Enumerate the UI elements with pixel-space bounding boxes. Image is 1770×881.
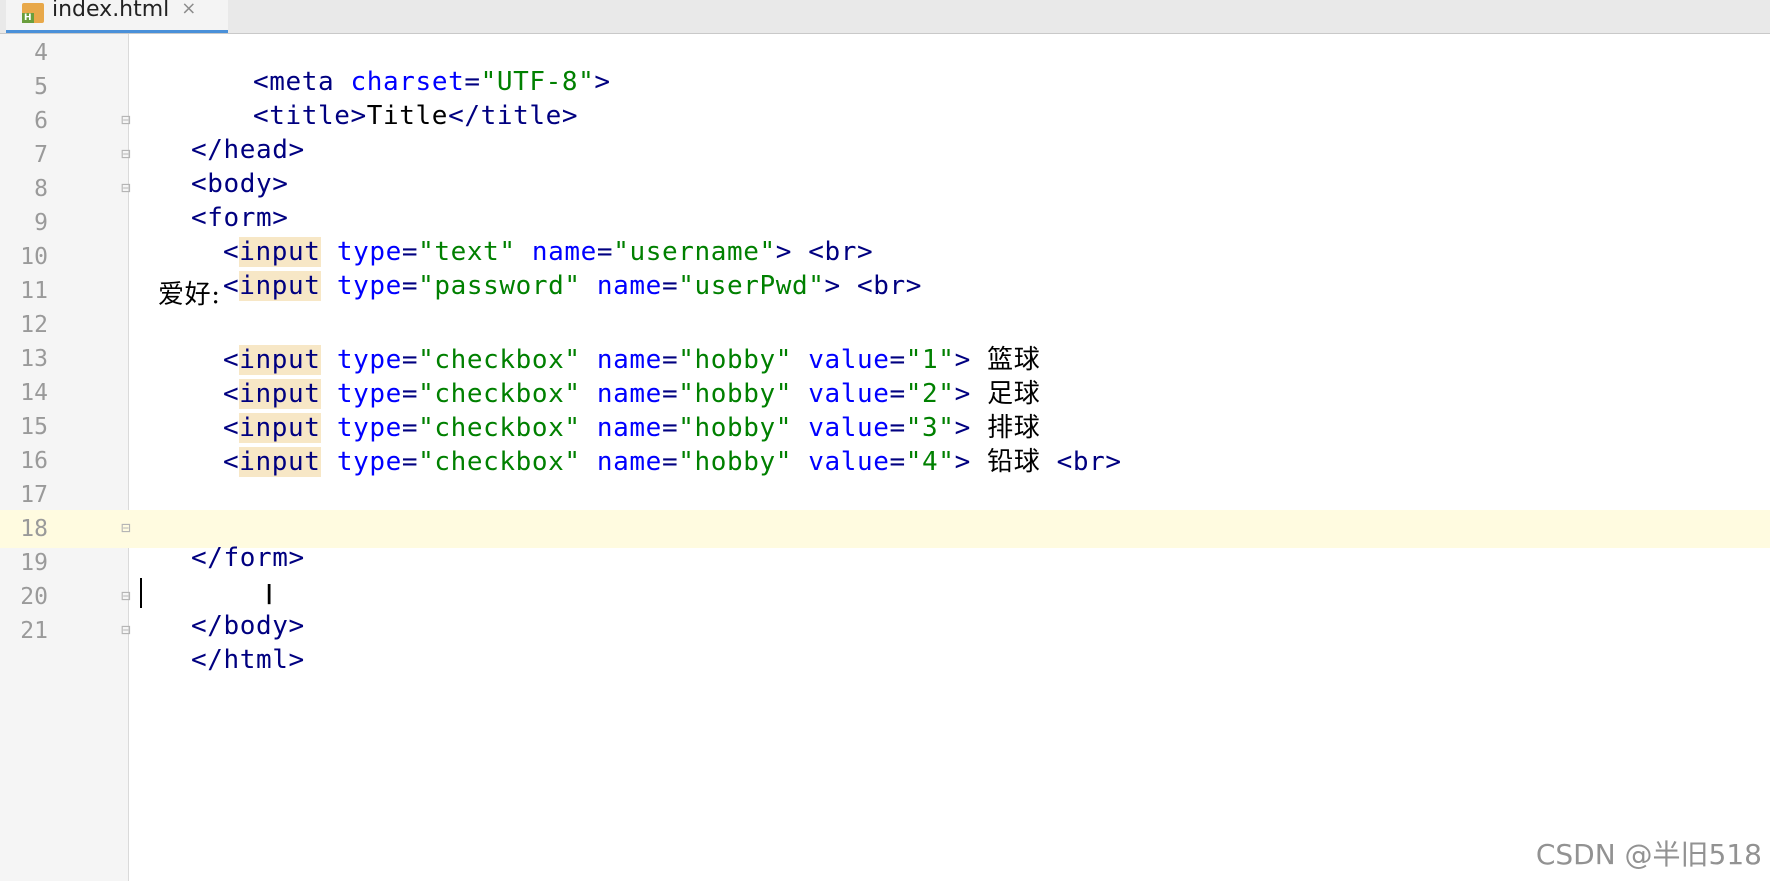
line-number: 19 bbox=[20, 550, 48, 576]
line-number: 17 bbox=[20, 482, 48, 508]
line-number: 6 bbox=[34, 108, 48, 134]
line-number: 7 bbox=[34, 142, 48, 168]
line-number: 21 bbox=[20, 618, 48, 644]
line-number: 8 bbox=[34, 176, 48, 202]
line-number: 16 bbox=[20, 448, 48, 474]
html-file-icon: H bbox=[22, 3, 44, 23]
editor-tab-bar: H index.html × bbox=[0, 0, 1770, 34]
line-number: 5 bbox=[34, 74, 48, 100]
line-number: 11 bbox=[20, 278, 48, 304]
tab-index-html[interactable]: H index.html × bbox=[6, 0, 228, 33]
ibeam-cursor-icon: I bbox=[265, 578, 274, 611]
text-caret bbox=[140, 578, 142, 608]
line-number: 14 bbox=[20, 380, 48, 406]
code-text: </html> bbox=[191, 645, 305, 675]
line-number: 12 bbox=[20, 312, 48, 338]
code-line: 11 bbox=[0, 272, 1770, 310]
line-number: 10 bbox=[20, 244, 48, 270]
line-number: 4 bbox=[34, 40, 48, 66]
code-editor[interactable]: 4 <meta charset="UTF-8"> 5 <title>Title<… bbox=[0, 34, 1770, 754]
line-number: 9 bbox=[34, 210, 48, 236]
line-number: 13 bbox=[20, 346, 48, 372]
line-number: 20 bbox=[20, 584, 48, 610]
code-line: 16 bbox=[0, 442, 1770, 480]
watermark: CSDN @半旧518 bbox=[1535, 838, 1762, 871]
line-number: 18 bbox=[20, 516, 48, 542]
code-line: 19 bbox=[0, 544, 1770, 582]
tab-label: index.html bbox=[52, 0, 170, 22]
close-icon[interactable]: × bbox=[181, 0, 196, 19]
line-number: 15 bbox=[20, 414, 48, 440]
